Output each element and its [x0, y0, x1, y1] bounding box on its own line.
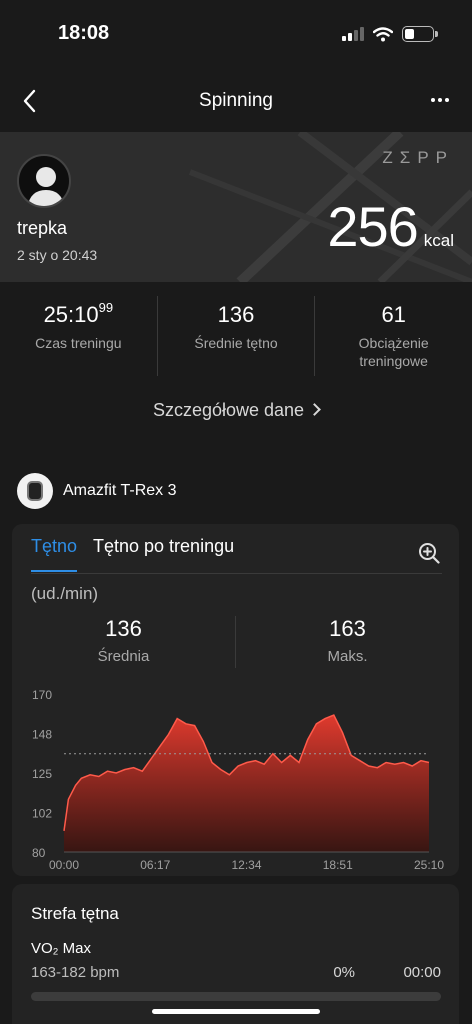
- chevron-right-icon: [308, 403, 321, 416]
- more-icon-dot: [438, 98, 442, 102]
- max-value: 163: [329, 616, 366, 641]
- y-tick-label: 80: [32, 846, 46, 860]
- home-indicator[interactable]: [152, 1009, 320, 1014]
- heart-rate-zone-card: Strefa tętna VO₂ Max 163-182 bpm 0% 00:0…: [12, 884, 459, 1024]
- chart-unit: (ud./min): [31, 584, 99, 603]
- summary-stats: 25:1099 Czas treningu 136 Średnie tętno …: [0, 296, 472, 376]
- avg-value: 136: [105, 616, 142, 641]
- stat-avg-heart-rate: 136 Średnie tętno: [156, 296, 315, 376]
- stat-label: Średnie tętno: [194, 335, 278, 351]
- y-tick-label: 148: [32, 728, 52, 742]
- max-heart-rate: 163 Maks.: [235, 616, 459, 668]
- battery-level: [405, 29, 415, 39]
- heart-rate-area: [64, 715, 429, 852]
- x-tick-label: 12:34: [231, 858, 261, 872]
- battery-icon: [402, 26, 438, 42]
- more-icon-dot: [431, 98, 435, 102]
- x-tick-label: 25:10: [414, 858, 444, 872]
- stat-value: 61: [381, 302, 406, 327]
- zoom-in-icon[interactable]: [418, 542, 440, 564]
- avatar[interactable]: [17, 154, 71, 208]
- zone-range: 163-182 bpm: [31, 964, 120, 981]
- y-tick-label: 102: [32, 807, 52, 821]
- tab-heart-rate[interactable]: Tętno: [31, 536, 78, 572]
- user-name: trepka: [17, 218, 68, 238]
- stat-value-fraction: 99: [98, 300, 114, 315]
- y-tick-label: 170: [32, 688, 52, 702]
- watch-icon: [17, 473, 53, 509]
- chart-summary: 136 Średnia 163 Maks.: [12, 616, 459, 668]
- status-time: 18:08: [58, 22, 110, 44]
- x-tick-label: 06:17: [140, 858, 170, 872]
- tab-post-workout-heart-rate[interactable]: Tętno po treningu: [93, 536, 234, 557]
- chart-tabs: Tętno Tętno po treningu: [31, 536, 442, 574]
- stat-value: 25:10: [43, 302, 99, 327]
- stat-duration: 25:1099 Czas treningu: [0, 296, 157, 376]
- x-tick-label: 00:00: [49, 858, 79, 872]
- avg-label: Średnia: [97, 648, 150, 665]
- zone-time: 00:00: [403, 964, 441, 981]
- wifi-icon: [373, 26, 393, 41]
- max-label: Maks.: [327, 648, 368, 665]
- more-button[interactable]: [426, 90, 454, 110]
- calories-value: 256: [327, 195, 418, 258]
- details-link-label: Szczegółowe dane: [152, 400, 305, 420]
- more-icon-dot: [445, 98, 449, 102]
- stat-training-load: 61 Obciążenie treningowe: [314, 296, 472, 376]
- cellular-signal-icon: [342, 27, 364, 41]
- zone-progress-bar: [31, 992, 441, 1001]
- zone-percent: 0%: [333, 964, 355, 981]
- brand-logo: ZΣPP: [382, 148, 454, 167]
- status-bar: 18:08: [0, 0, 472, 70]
- device-name: Amazfit T-Rex 3: [63, 482, 177, 499]
- stat-value: 136: [217, 302, 255, 327]
- stat-label: Obciążenie treningowe: [358, 335, 429, 369]
- heart-rate-card: Tętno Tętno po treningu (ud./min) 136 Śr…: [12, 524, 459, 876]
- page-title: Spinning: [199, 90, 273, 111]
- calories: 256 kcal: [327, 194, 454, 259]
- zone-name: VO₂ Max: [31, 940, 91, 957]
- calories-unit: kcal: [423, 231, 454, 250]
- zone-card-title: Strefa tętna: [31, 904, 119, 923]
- device-row: Amazfit T-Rex 3: [17, 473, 177, 509]
- x-tick-label: 18:51: [323, 858, 353, 872]
- y-tick-label: 125: [32, 767, 52, 781]
- heart-rate-chart: 170 148 125 102 8000:00 06:17 12:34 18:51 25:10: [32, 688, 444, 872]
- nav-bar: Spinning: [0, 78, 472, 124]
- details-link[interactable]: Szczegółowe dane: [0, 400, 472, 421]
- avg-heart-rate: 136 Średnia: [12, 616, 235, 668]
- stat-label: Czas treningu: [35, 335, 122, 351]
- status-icons: [342, 26, 438, 42]
- workout-date: 2 sty o 20:43: [17, 247, 98, 263]
- workout-header: ZΣPP trepka 2 sty o 20:43 256 kcal: [0, 132, 472, 282]
